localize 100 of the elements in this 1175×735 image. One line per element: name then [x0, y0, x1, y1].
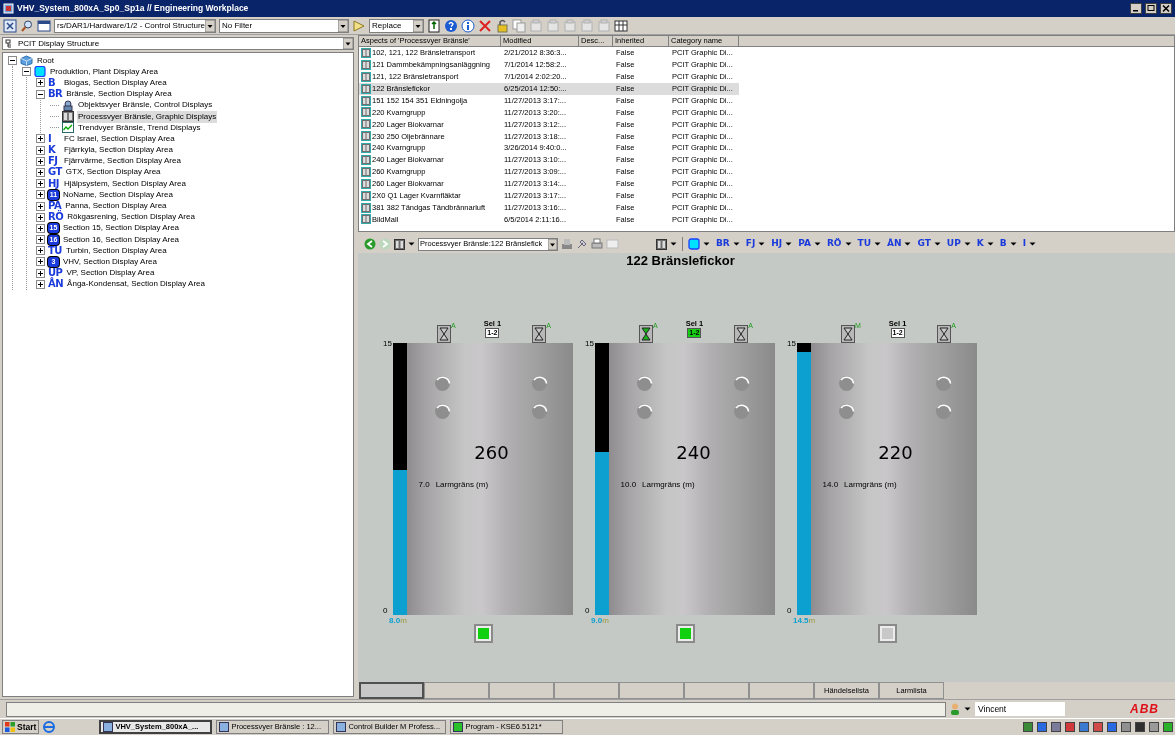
tree-item[interactable]: Produktion, Plant Display Area — [49, 65, 160, 78]
graphic-display-icon[interactable] — [656, 238, 667, 250]
collapse-icon[interactable] — [8, 56, 17, 66]
filter-combo[interactable]: No Filter — [219, 18, 349, 33]
structure-combo[interactable]: PCIT Display Structure — [2, 37, 354, 50]
caret-icon[interactable] — [904, 241, 912, 247]
expand-icon[interactable] — [36, 279, 45, 289]
caret-icon[interactable] — [758, 241, 766, 247]
caret-icon[interactable] — [874, 241, 881, 247]
tree-item[interactable]: Objektsvyer Bränsle, Control Displays — [77, 99, 214, 112]
back-icon[interactable] — [364, 238, 376, 250]
area-nav-button[interactable]: GT — [917, 237, 931, 251]
expand-icon[interactable] — [36, 212, 45, 222]
area-nav-button[interactable]: I — [1022, 237, 1026, 251]
browser-icon[interactable] — [43, 721, 56, 733]
expand-icon[interactable] — [36, 235, 45, 245]
dropdown-arrow-icon[interactable] — [548, 238, 557, 250]
tree-item[interactable]: GTX, Section Display Area — [64, 166, 162, 179]
display-slot-button[interactable] — [359, 682, 424, 699]
area-nav-button[interactable]: B — [999, 237, 1007, 251]
tree-item[interactable]: Section 16, Section Display Area — [62, 233, 181, 246]
expand-icon[interactable] — [36, 78, 45, 88]
area-nav-button[interactable]: PA — [798, 237, 811, 251]
expand-icon[interactable] — [36, 167, 45, 177]
area-nav-button[interactable]: ÅN — [887, 237, 902, 251]
expand-icon[interactable] — [36, 156, 45, 166]
valve-icon[interactable] — [937, 325, 952, 343]
tree-item[interactable]: Hjälpsystem, Section Display Area — [63, 177, 187, 190]
tree-item[interactable]: Section 15, Section Display Area — [62, 222, 181, 235]
search-icon[interactable] — [20, 18, 34, 33]
area-nav-button[interactable]: RÖ — [826, 237, 842, 251]
area-nav-button[interactable]: HJ — [771, 237, 783, 251]
info-icon[interactable] — [461, 18, 475, 33]
expand-icon[interactable] — [36, 268, 45, 278]
expand-icon[interactable] — [36, 246, 45, 256]
tree-item[interactable]: Fjärrkyla, Section Display Area — [63, 144, 174, 157]
tree-item[interactable]: Biogas, Section Display Area — [63, 76, 168, 89]
tree-item[interactable]: Trendvyer Bränsle, Trend Displays — [77, 121, 202, 134]
caret-icon[interactable] — [732, 241, 740, 247]
tree-item[interactable]: Ånga-Kondensat, Section Display Area — [66, 278, 206, 291]
caret-icon[interactable] — [1029, 241, 1036, 247]
help-icon[interactable] — [444, 18, 458, 33]
valve-icon[interactable] — [734, 325, 749, 343]
expand-icon[interactable] — [36, 223, 45, 233]
path-combo[interactable]: rs/DAR1/Hardware/1/2 - Control Structure — [54, 18, 216, 33]
tree-item[interactable]: Root — [36, 54, 55, 67]
lock-icon[interactable] — [495, 18, 509, 33]
mode-combo[interactable]: Replace — [369, 18, 424, 33]
valve-icon[interactable] — [532, 325, 547, 343]
area-nav-button[interactable]: FJ — [745, 237, 756, 251]
square-icon[interactable] — [688, 238, 700, 250]
grid-icon[interactable] — [614, 18, 628, 33]
caret-icon[interactable] — [986, 241, 994, 247]
save-icon[interactable] — [427, 18, 441, 33]
tree-item[interactable]: Rökgasrening, Section Display Area — [66, 211, 196, 224]
pin-icon[interactable] — [576, 238, 588, 250]
graphic-display-icon[interactable] — [394, 238, 405, 250]
tree-item[interactable]: Turbin, Section Display Area — [64, 244, 168, 257]
start-button[interactable]: Start — [2, 720, 40, 734]
dropdown-arrow-icon[interactable] — [338, 19, 348, 32]
caret-icon[interactable] — [844, 241, 852, 247]
tree-item[interactable]: VP, Section Display Area — [65, 267, 156, 280]
collapse-icon[interactable] — [22, 67, 31, 77]
delete-icon[interactable] — [478, 18, 492, 33]
dropdown-arrow-icon[interactable] — [413, 19, 423, 32]
caret-icon[interactable] — [408, 241, 415, 247]
expand-icon[interactable] — [36, 257, 45, 267]
caret-icon[interactable] — [933, 241, 941, 247]
tree-item[interactable]: Bränsle, Section Display Area — [65, 88, 173, 101]
expand-icon[interactable] — [36, 190, 45, 200]
caret-icon[interactable] — [963, 241, 971, 247]
restore-button[interactable] — [1145, 3, 1157, 14]
dropdown-arrow-icon[interactable] — [205, 19, 215, 32]
area-nav-button[interactable]: K — [976, 237, 984, 251]
minimize-button[interactable] — [1130, 3, 1142, 14]
caret-icon[interactable] — [1009, 241, 1017, 247]
area-nav-button[interactable]: TU — [857, 237, 871, 251]
print-icon[interactable] — [591, 238, 603, 250]
tree-item[interactable]: VHV, Section Display Area — [62, 255, 158, 268]
caret-icon[interactable] — [785, 241, 793, 247]
caret-icon[interactable] — [670, 241, 677, 247]
caret-icon[interactable] — [964, 706, 971, 712]
area-nav-button[interactable]: UP — [946, 237, 961, 251]
expand-icon[interactable] — [36, 179, 45, 189]
dropdown-arrow-icon[interactable] — [343, 38, 353, 49]
tree-item[interactable]: FC Israel, Section Display Area — [63, 132, 176, 145]
tree-item[interactable]: NoName, Section Display Area — [62, 188, 174, 201]
valve-icon[interactable] — [639, 325, 653, 343]
close-view-icon[interactable] — [3, 18, 17, 33]
caret-icon[interactable] — [703, 241, 710, 247]
valve-icon[interactable] — [841, 325, 855, 343]
area-nav-button[interactable]: BR — [716, 237, 730, 251]
valve-icon[interactable] — [437, 325, 451, 343]
tree-item[interactable]: Processvyer Bränsle, Graphic Displays — [77, 110, 218, 123]
expand-icon[interactable] — [36, 201, 45, 211]
close-button[interactable] — [1160, 3, 1172, 14]
expand-icon[interactable] — [36, 145, 45, 155]
collapse-icon[interactable] — [36, 89, 45, 99]
tree-item[interactable]: Panna, Section Display Area — [64, 200, 168, 213]
window-icon[interactable] — [37, 18, 51, 33]
